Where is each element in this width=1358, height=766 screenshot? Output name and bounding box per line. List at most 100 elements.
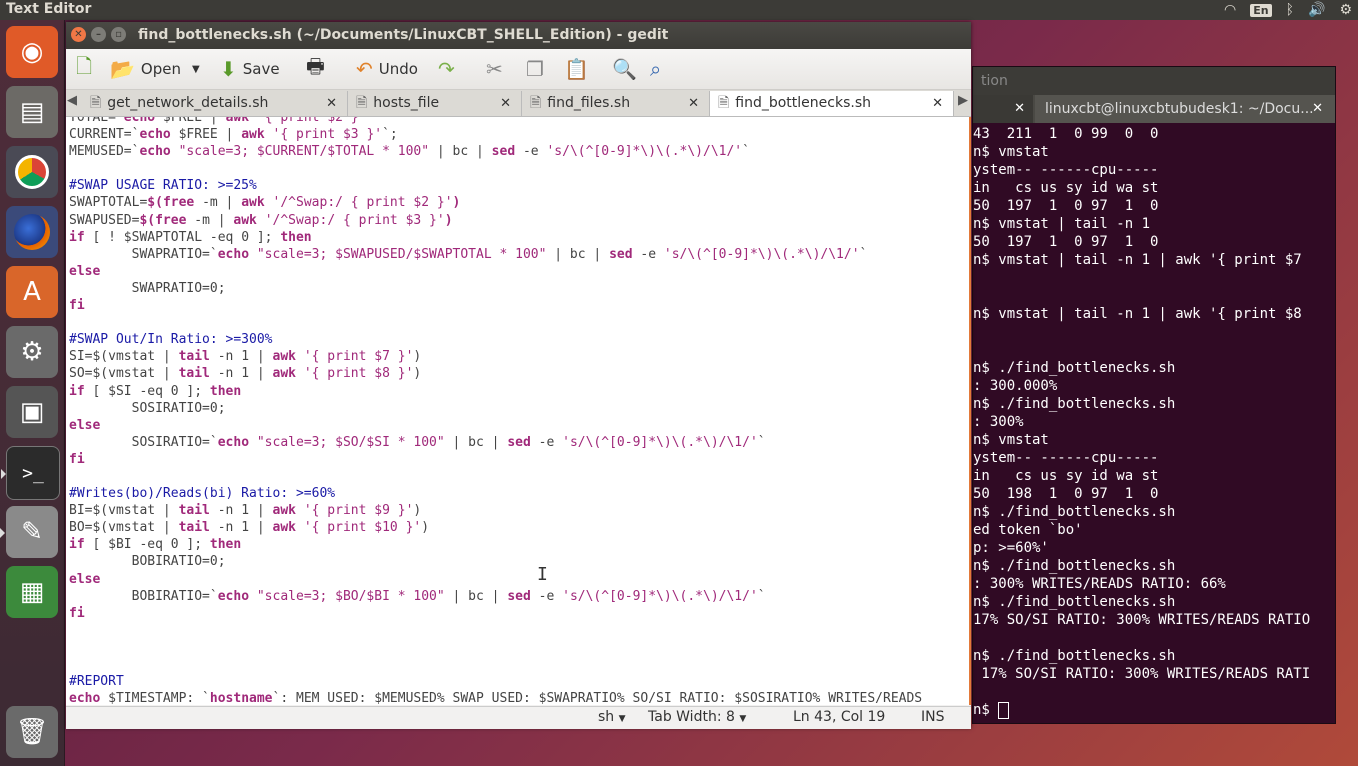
code-line[interactable]: else [69, 417, 922, 434]
trash-icon[interactable]: 🗑 [6, 706, 58, 758]
code-line[interactable]: fi [69, 451, 922, 468]
code-token: $FREE | [155, 117, 226, 125]
undo-icon: ↶ [356, 57, 373, 81]
code-line[interactable]: SI=$(vmstat | tail -n 1 | awk '{ print $… [69, 348, 922, 365]
code-editor[interactable]: TOTAL=`echo $FREE | awk '{ print $2 }'` C… [66, 117, 971, 705]
tab-find-bottlenecks[interactable]: 🗎 find_bottlenecks.sh ✕ [710, 91, 954, 116]
code-line[interactable]: ​ [69, 314, 922, 331]
bluetooth-icon[interactable]: ᛒ [1286, 2, 1294, 18]
open-button[interactable]: 📂 Open [110, 55, 181, 83]
print-button[interactable]: 🖶 [306, 54, 325, 83]
code-line[interactable]: SWAPUSED=$(free -m | awk '/^Swap:/ { pri… [69, 212, 922, 229]
cut-button[interactable]: ✂ [486, 55, 503, 83]
code-line[interactable]: ​ [69, 656, 922, 673]
code-line[interactable]: SWAPRATIO=`echo "scale=3; $SWAPUSED/$SWA… [69, 246, 922, 263]
tab-scroll-right-icon[interactable]: ▶ [958, 93, 968, 108]
terminal-tab-active[interactable]: linuxcbt@linuxcbtubudesk1: ~/Docu... ✕ [1035, 95, 1335, 123]
code-line[interactable]: BI=$(vmstat | tail -n 1 | awk '{ print $… [69, 502, 922, 519]
terminal-tab-other[interactable]: ✕ [973, 95, 1033, 123]
find-button[interactable]: 🔍 [612, 55, 637, 83]
wifi-icon[interactable]: ◠ [1224, 2, 1236, 18]
code-line[interactable]: BOBIRATIO=0; [69, 553, 922, 570]
code-line[interactable]: if [ ! $SWAPTOTAL -eq 0 ]; then [69, 229, 922, 246]
terminal-output[interactable]: 43 211 1 0 99 0 0 n$ vmstat ystem-- ------… [973, 125, 1333, 721]
code-line[interactable]: ​ [69, 639, 922, 656]
volume-icon[interactable]: 🔊 [1308, 2, 1325, 18]
ubuntu-dash-icon[interactable]: ◉ [6, 26, 58, 78]
gedit-titlebar[interactable]: ✕ – ▫ find_bottlenecks.sh (~/Documents/L… [66, 22, 971, 49]
code-token: echo [217, 588, 250, 604]
code-line[interactable]: fi [69, 297, 922, 314]
code-token: SWAPRATIO=` [69, 246, 218, 262]
redo-button[interactable]: ↷ [438, 55, 455, 83]
text-editor-icon[interactable]: ✎ [0, 506, 58, 558]
document-icon: 🗎 [718, 95, 730, 111]
code-line[interactable]: echo $TIMESTAMP: `hostname`: MEM USED: $… [69, 690, 922, 705]
code-line[interactable]: SWAPTOTAL=$(free -m | awk '/^Swap:/ { pr… [69, 194, 922, 211]
code-line[interactable]: SOSIRATIO=`echo "scale=3; $SO/$SI * 100"… [69, 434, 922, 451]
new-document-button[interactable]: 🗋 [76, 54, 92, 83]
code-token: tail [178, 349, 210, 365]
code-line[interactable]: SOSIRATIO=0; [69, 400, 922, 417]
terminal-titlebar[interactable]: tion [973, 67, 1335, 95]
minimize-window-button[interactable]: – [91, 27, 106, 42]
gear-icon[interactable]: ⚙ [1339, 2, 1352, 18]
tab-hosts-file[interactable]: 🗎 hosts_file ✕ [348, 91, 522, 116]
keyboard-layout-indicator[interactable]: En [1250, 3, 1272, 17]
replace-button[interactable]: ⌕ [650, 55, 661, 83]
firefox-icon[interactable] [6, 206, 58, 258]
copy-button[interactable]: ❐ [526, 55, 544, 83]
files-icon[interactable]: ▤ [6, 86, 58, 138]
code-line[interactable]: else [69, 263, 922, 280]
close-icon[interactable]: ✕ [1014, 95, 1025, 123]
code-line[interactable]: BO=$(vmstat | tail -n 1 | awk '{ print $… [69, 519, 922, 536]
tab-find-files[interactable]: 🗎 find_files.sh ✕ [522, 91, 710, 116]
code-content[interactable]: TOTAL=`echo $FREE | awk '{ print $2 }'` C… [69, 117, 922, 705]
code-line[interactable]: #SWAP USAGE RATIO: >=25% [69, 177, 922, 194]
code-token: sed [609, 246, 633, 262]
close-icon[interactable]: ✕ [500, 91, 511, 116]
terminal-window[interactable]: tion ✕ linuxcbt@linuxcbtubudesk1: ~/Docu… [972, 66, 1336, 724]
code-line[interactable]: else [69, 571, 922, 588]
close-icon[interactable]: ✕ [1312, 95, 1323, 123]
save-button[interactable]: ⬇ Save [220, 55, 280, 83]
chrome-icon[interactable] [6, 146, 58, 198]
close-icon[interactable]: ✕ [932, 91, 943, 116]
code-line[interactable]: CURRENT=`echo $FREE | awk '{ print $3 }'… [69, 126, 922, 143]
language-selector[interactable]: sh ▼ [598, 709, 626, 725]
code-line[interactable]: SWAPRATIO=0; [69, 280, 922, 297]
close-window-button[interactable]: ✕ [71, 27, 86, 42]
spreadsheet-icon[interactable]: ▦ [6, 566, 58, 618]
tab-width-selector[interactable]: Tab Width: 8 ▼ [648, 709, 746, 725]
code-line[interactable]: fi [69, 605, 922, 622]
code-token: `; [382, 127, 398, 143]
terminal-line: n$ vmstat [973, 432, 1049, 448]
terminal-line: 17% SO/SI RATIO: 300% WRITES/READS RATIO [973, 612, 1311, 628]
code-line[interactable]: #SWAP Out/In Ratio: >=300% [69, 331, 922, 348]
code-line[interactable]: #REPORT [69, 673, 922, 690]
code-line[interactable]: ​ [69, 468, 922, 485]
save-disk-icon[interactable]: ▣ [6, 386, 58, 438]
tab-scroll-left-icon[interactable]: ◀ [67, 93, 77, 108]
undo-label: Undo [378, 60, 418, 78]
code-line[interactable]: #Writes(bo)/Reads(bi) Ratio: >=60% [69, 485, 922, 502]
code-line[interactable]: BOBIRATIO=`echo "scale=3; $BO/$BI * 100"… [69, 588, 922, 605]
code-line[interactable]: ​ [69, 160, 922, 177]
code-token: | bc | [444, 588, 508, 604]
code-line[interactable]: TOTAL=`echo $FREE | awk '{ print $2 }'` [69, 117, 922, 126]
code-line[interactable]: if [ $BI -eq 0 ]; then [69, 536, 922, 553]
terminal-icon[interactable]: >_ [1, 446, 60, 500]
close-icon[interactable]: ✕ [688, 91, 699, 116]
code-line[interactable]: MEMUSED=`echo "scale=3; $CURRENT/$TOTAL … [69, 143, 922, 160]
open-recent-dropdown[interactable]: ▼ [192, 55, 200, 83]
code-line[interactable]: SO=$(vmstat | tail -n 1 | awk '{ print $… [69, 365, 922, 382]
undo-button[interactable]: ↶ Undo [356, 55, 418, 83]
close-icon[interactable]: ✕ [326, 91, 337, 116]
system-settings-icon[interactable]: ⚙ [6, 326, 58, 378]
code-line[interactable]: if [ $SI -eq 0 ]; then [69, 383, 922, 400]
maximize-window-button[interactable]: ▫ [111, 27, 126, 42]
code-line[interactable]: ​ [69, 622, 922, 639]
paste-button[interactable]: 📋 [564, 55, 589, 83]
software-center-icon[interactable]: A [6, 266, 58, 318]
tab-get-network-details[interactable]: 🗎 get_network_details.sh ✕ [82, 91, 348, 116]
